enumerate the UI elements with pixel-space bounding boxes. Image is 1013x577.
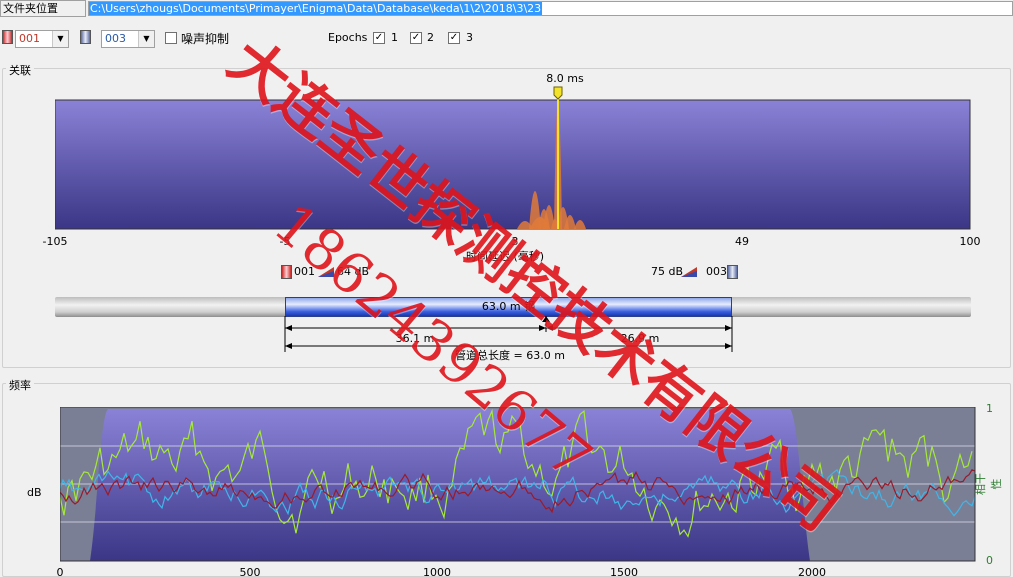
freq-tick-label: 0 [56, 566, 64, 577]
corr-tick-label: -5 [279, 235, 291, 248]
chevron-down-icon[interactable]: ▼ [52, 31, 68, 47]
corr-tick-label: -105 [42, 235, 68, 248]
epoch-3-label: 3 [466, 31, 473, 44]
freq-tick-label: 500 [239, 566, 261, 577]
chevron-down-icon[interactable]: ▼ [138, 31, 154, 47]
epoch-1-label: 1 [391, 31, 398, 44]
sensor-a-legend-id: 001 [294, 265, 315, 278]
epoch-3-checkbox[interactable]: ✓ [448, 32, 460, 44]
sensor-a-legend-icon [281, 265, 292, 279]
sensor-a-select[interactable]: 001 ▼ [15, 30, 69, 48]
sensor-b-level: 75 dB [651, 265, 684, 278]
folder-location-button[interactable]: 文件夹位置 [0, 0, 86, 17]
epochs-label: Epochs [328, 31, 368, 44]
epoch-1-checkbox[interactable]: ✓ [373, 32, 385, 44]
sensor-b-legend-icon [727, 265, 738, 279]
peak-delay-label: 8.0 ms [546, 72, 584, 85]
sensor-b-select[interactable]: 003 ▼ [101, 30, 155, 48]
path-text: C:\Users\zhougs\Documents\Primayer\Enigm… [89, 2, 543, 15]
noise-suppress-label: 噪声抑制 [181, 32, 230, 46]
coherence-tick-label: 1 [986, 402, 993, 415]
sensor-a-value: 001 [19, 32, 40, 45]
correlation-chart [55, 86, 971, 230]
freq-tick-label: 2000 [798, 566, 826, 577]
frequency-ylabel-right: 相干性 [974, 473, 1003, 495]
sensor-b-value: 003 [105, 32, 126, 45]
sensor-b-legend-id: 003 [706, 265, 727, 278]
sensor-a-color-icon [2, 30, 13, 44]
sensor-b-color-icon [80, 30, 91, 44]
correlation-plot-area [55, 99, 971, 230]
corr-tick-label: 3 [511, 235, 519, 248]
corr-xaxis-label: 时间延迟 (毫秒) [465, 250, 545, 263]
pipe-right-distance: 26.9 m [610, 332, 670, 345]
epoch-2-label: 2 [427, 31, 434, 44]
corr-tick-label: 49 [735, 235, 749, 248]
freq-tick-label: 1500 [610, 566, 638, 577]
app-window: 文件夹位置 C:\Users\zhougs\Documents\Primayer… [0, 0, 1013, 577]
corr-tick-label: 100 [959, 235, 981, 248]
pipe-segment-label: 63.0 m 钢 [481, 300, 536, 313]
sensor-a-level: 64 dB [337, 265, 370, 278]
pipe-left-distance: 36.1 m [385, 332, 445, 345]
frequency-ylabel-left: dB [27, 486, 42, 499]
level-wedge-icon [681, 267, 697, 277]
level-wedge-icon [318, 267, 334, 277]
noise-suppress-checkbox[interactable] [165, 32, 177, 44]
pipe-total-length: 管道总长度 = 63.0 m [440, 347, 580, 363]
correlation-group-title: 关联 [6, 62, 34, 78]
frequency-group-title: 频率 [6, 377, 34, 393]
path-field[interactable]: C:\Users\zhougs\Documents\Primayer\Enigm… [88, 1, 1013, 16]
frequency-chart [60, 407, 976, 562]
coherence-tick-label: 0 [986, 554, 993, 567]
freq-tick-label: 1000 [423, 566, 451, 577]
epoch-2-checkbox[interactable]: ✓ [410, 32, 422, 44]
peak-marker-handle-icon[interactable] [553, 86, 563, 100]
folder-location-label: 文件夹位置 [3, 2, 58, 15]
pipe-segment[interactable]: 63.0 m 钢 [285, 297, 732, 317]
